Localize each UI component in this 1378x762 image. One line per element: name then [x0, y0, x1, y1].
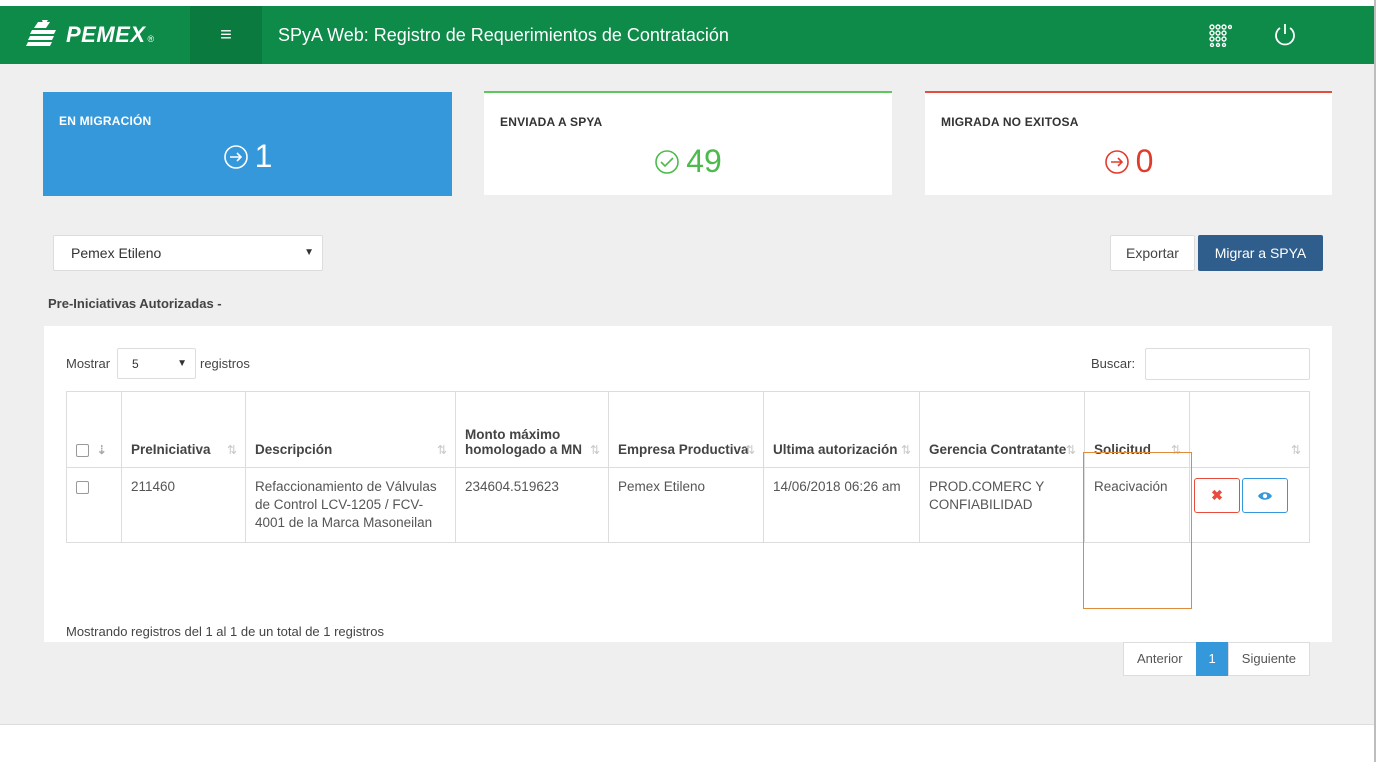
tile-migrada-no-exitosa[interactable]: MIGRADA NO EXITOSA 0 — [925, 91, 1332, 195]
power-icon[interactable] — [1272, 22, 1298, 48]
cell-monto: 234604.519623 — [455, 467, 609, 543]
arrow-right-circle-icon — [1104, 149, 1129, 174]
export-button[interactable]: Exportar — [1110, 235, 1195, 271]
page-length-select[interactable]: 5 ▼ — [117, 348, 196, 379]
brand-registered-mark: ® — [147, 34, 155, 44]
row-select-cell — [66, 467, 122, 543]
col-gerencia[interactable]: Gerencia Contratante ⇅ — [919, 391, 1085, 468]
search-label: Buscar: — [1091, 356, 1136, 371]
tile-label: MIGRADA NO EXITOSA — [941, 115, 1079, 129]
tile-en-migracion[interactable]: EN MIGRACIÓN 1 — [43, 92, 452, 196]
app-window: PEMEX ® ≡ SPyA Web: Registro de Requerim… — [0, 0, 1376, 762]
tile-count: 0 — [1135, 143, 1154, 179]
select-all-checkbox[interactable] — [76, 443, 89, 457]
tile-enviada-spya[interactable]: ENVIADA A SPYA 49 — [484, 91, 892, 195]
hamburger-menu-icon[interactable]: ≡ — [190, 6, 262, 64]
main-content: EN MIGRACIÓN 1 ENVIADA A SPYA 49 MIGRADA… — [0, 64, 1374, 724]
tile-count: 49 — [686, 143, 722, 179]
col-solicitud[interactable]: Solicitud ⇅ — [1084, 391, 1190, 468]
pagination-page-1[interactable]: 1 — [1195, 642, 1229, 676]
sort-icon: ⇅ — [226, 443, 237, 457]
show-label: Mostrar — [66, 356, 111, 371]
tile-value: 49 — [484, 143, 892, 180]
col-preiniciativa[interactable]: PreIniciativa ⇅ — [121, 391, 246, 468]
cell-preiniciativa: 211460 — [121, 467, 246, 543]
sort-icon: ⇅ — [1170, 443, 1181, 457]
page-length-value: 5 — [132, 357, 139, 371]
cell-empresa: Pemex Etileno — [608, 467, 764, 543]
col-descripcion[interactable]: Descripción ⇅ — [245, 391, 456, 468]
sort-icon: ⇅ — [1290, 443, 1301, 457]
delete-button[interactable]: ✖ — [1194, 478, 1240, 513]
col-actions[interactable]: ⇅ — [1189, 391, 1310, 468]
cell-ultima-autorizacion: 14/06/2018 06:26 am — [763, 467, 920, 543]
view-button[interactable] — [1242, 478, 1288, 513]
section-title: Pre-Iniciativas Autorizadas - — [48, 296, 222, 311]
tile-label: ENVIADA A SPYA — [500, 115, 603, 129]
col-monto[interactable]: Monto máximo homologado a MN ⇅ — [455, 391, 609, 468]
row-checkbox[interactable] — [76, 480, 89, 494]
top-navbar: PEMEX ® ≡ SPyA Web: Registro de Requerim… — [0, 6, 1374, 64]
tile-count: 1 — [254, 138, 273, 174]
footer-area — [0, 724, 1374, 762]
sort-icon: ⇅ — [436, 443, 447, 457]
chevron-down-icon: ▼ — [177, 358, 187, 369]
brand-name: PEMEX — [66, 22, 146, 47]
table-header-row: ⇣ PreIniciativa ⇅ Descripción ⇅ Monto má… — [66, 391, 1310, 468]
col-select-all: ⇣ — [66, 391, 122, 468]
chevron-down-icon: ▼ — [304, 247, 314, 258]
records-label: registros — [200, 356, 250, 371]
sort-icon: ⇅ — [589, 443, 600, 457]
table-panel: Mostrar 5 ▼ registros Buscar: ⇣ PreInici… — [44, 326, 1332, 676]
sort-asc-icon[interactable]: ⇣ — [97, 443, 107, 457]
eye-icon — [1258, 492, 1272, 501]
table-info: Mostrando registros del 1 al 1 de un tot… — [66, 624, 384, 639]
cell-actions: ✖ — [1189, 467, 1310, 543]
col-empresa[interactable]: Empresa Productiva ⇅ — [608, 391, 764, 468]
pagination-next[interactable]: Siguiente — [1227, 642, 1310, 676]
cell-solicitud: Reacivación — [1084, 467, 1190, 543]
arrow-right-circle-icon — [223, 144, 248, 169]
cell-descripcion: Refaccionamiento de Válvulas de Control … — [245, 467, 456, 543]
col-ultima-autorizacion[interactable]: Ultima autorización ⇅ — [763, 391, 920, 468]
cell-gerencia: PROD.COMERC Y CONFIABILIDAD — [919, 467, 1085, 543]
company-select[interactable]: Pemex Etileno ▼ — [53, 235, 323, 271]
pagination-prev[interactable]: Anterior — [1123, 642, 1197, 676]
search-input[interactable] — [1145, 348, 1310, 380]
pemex-logo-icon — [26, 20, 56, 46]
apps-grid-icon[interactable] — [1208, 23, 1232, 47]
brand-logo[interactable]: PEMEX ® — [0, 6, 190, 64]
tile-value: 0 — [925, 143, 1332, 180]
pagination: Anterior 1 Siguiente — [1123, 642, 1310, 676]
sort-icon: ⇅ — [1065, 443, 1076, 457]
company-select-value: Pemex Etileno — [71, 245, 162, 261]
migrate-spya-button[interactable]: Migrar a SPYA — [1198, 235, 1323, 271]
table-row[interactable]: 211460 Refaccionamiento de Válvulas de C… — [66, 467, 1310, 543]
preiniciativas-table: ⇣ PreIniciativa ⇅ Descripción ⇅ Monto má… — [66, 391, 1310, 543]
check-circle-icon — [655, 149, 680, 174]
tile-value: 1 — [43, 138, 452, 175]
sort-icon: ⇅ — [900, 443, 911, 457]
sort-icon: ⇅ — [744, 443, 755, 457]
page-title: SPyA Web: Registro de Requerimientos de … — [278, 25, 729, 45]
tile-label: EN MIGRACIÓN — [59, 114, 152, 128]
